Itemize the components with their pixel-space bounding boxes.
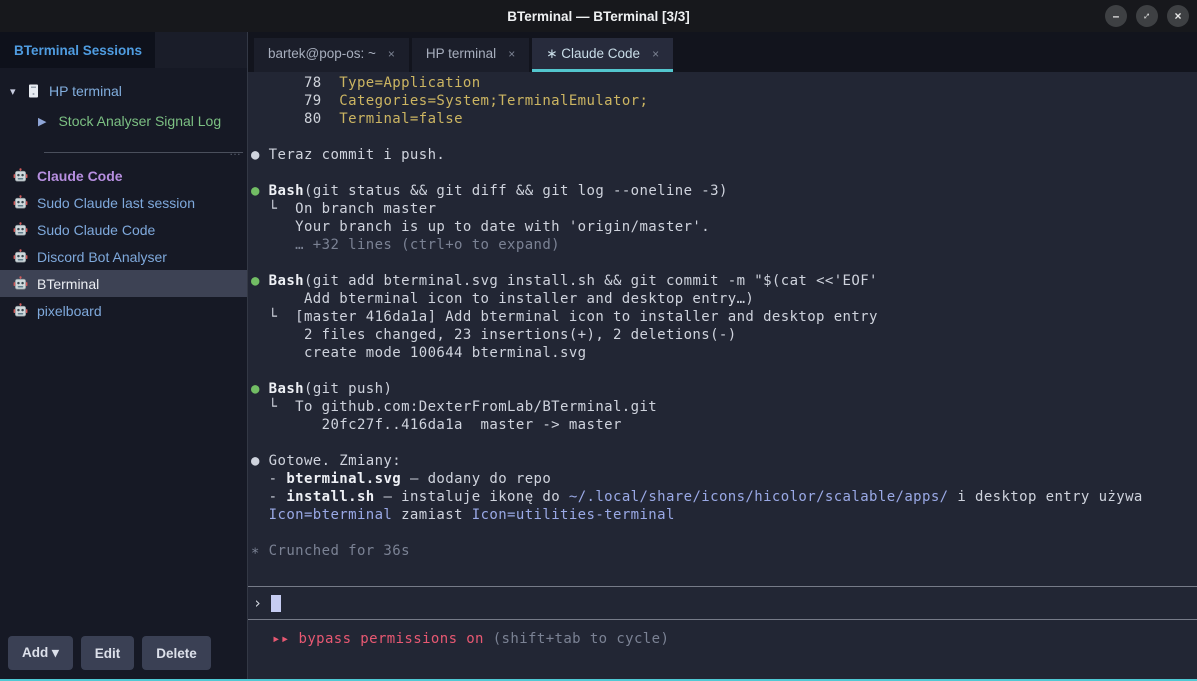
session-item-sudo-claude-code[interactable]: Sudo Claude Code [0,216,247,243]
session-item-claude-code[interactable]: Claude Code [0,162,247,189]
session-item-bterminal[interactable]: BTerminal [0,270,247,297]
caret-down-icon[interactable]: ▾ [10,85,28,98]
sessions-sidebar: BTerminal Sessions ▾ HP terminal [0,32,248,679]
terminal-line: ● Bash(git add bterminal.svg install.sh … [251,272,1197,290]
tab-close-icon[interactable]: × [652,47,659,61]
session-item-label: Claude Code [37,168,123,184]
robot-icon [13,195,28,210]
terminal-line [251,128,1197,146]
tree-item-hp-terminal[interactable]: ▾ HP terminal [0,76,247,106]
terminal-line: ● Gotowe. Zmiany: [251,452,1197,470]
terminal-line [251,254,1197,272]
session-tree: ▾ HP terminal ▶ Stock Analyser Signal Lo… [0,68,247,136]
terminal-line: ● Bash(git status && git diff && git log… [251,182,1197,200]
session-list: Claude Code Sudo Claude last session Sud… [0,162,247,324]
terminal-line [251,524,1197,542]
terminal-line: ● Teraz commit i push. [251,146,1197,164]
tab-claude-code[interactable]: ∗ Claude Code × [532,38,673,72]
tab-close-icon[interactable]: × [388,47,395,61]
sessions-header-tab[interactable]: BTerminal Sessions [0,32,155,68]
divider-line [44,152,243,153]
session-item-discord-bot-analyser[interactable]: Discord Bot Analyser [0,243,247,270]
sidebar-buttons: Add ▾EditDelete [0,636,247,679]
terminal-view[interactable]: 78 Type=Application 79 Categories=System… [248,72,1197,679]
terminal-line [251,164,1197,182]
maximize-window-icon[interactable]: ↕ [1136,5,1158,27]
terminal-line [251,362,1197,380]
prompt-chevron-icon: › [253,594,262,612]
session-item-pixelboard[interactable]: pixelboard [0,297,247,324]
tab-hp-terminal[interactable]: HP terminal × [412,38,529,72]
delete-button[interactable]: Delete [142,636,211,670]
terminal-line: Icon=bterminal zamiast Icon=utilities-te… [251,506,1197,524]
tab-bartek-pop-os[interactable]: bartek@pop-os: ~ × [254,38,409,72]
terminal-line: Add bterminal icon to installer and desk… [251,290,1197,308]
main-area: bartek@pop-os: ~×HP terminal×∗ Claude Co… [248,32,1197,679]
terminal-line: └ On branch master [251,200,1197,218]
tab-close-icon[interactable]: × [508,47,515,61]
tab-label: bartek@pop-os: ~ [268,46,376,61]
minimize-window-icon[interactable]: – [1105,5,1127,27]
play-icon: ▶ [38,115,46,128]
minimize-glyph: – [1113,9,1120,23]
terminal-input-box[interactable]: › [248,586,1197,620]
divider-ellipsis: … [229,144,241,158]
session-item-sudo-claude-last-session[interactable]: Sudo Claude last session [0,189,247,216]
session-item-label: Sudo Claude last session [37,195,195,211]
terminal-line: └ [master 416da1a] Add bterminal icon to… [251,308,1197,326]
tree-item-label: HP terminal [49,83,122,99]
add-button[interactable]: Add ▾ [8,636,73,670]
robot-icon [13,249,28,264]
terminal-line: Your branch is up to date with 'origin/m… [251,218,1197,236]
tab-label: HP terminal [426,46,496,61]
terminal-line: … +32 lines (ctrl+o to expand) [251,236,1197,254]
robot-icon [13,168,28,183]
sidebar-divider: … [0,150,247,156]
robot-icon [13,222,28,237]
terminal-line: - bterminal.svg — dodany do repo [251,470,1197,488]
session-item-label: pixelboard [37,303,102,319]
terminal-line: - install.sh — instaluje ikonę do ~/.loc… [251,488,1197,506]
terminal-line: ● Bash(git push) [251,380,1197,398]
tab-label: ∗ Claude Code [546,46,640,62]
session-item-label: Sudo Claude Code [37,222,155,238]
terminal-line: ∗ Crunched for 36s [251,542,1197,560]
close-window-icon[interactable]: × [1167,5,1189,27]
robot-icon [13,303,28,318]
text-cursor [271,595,281,612]
terminal-line: 20fc27f..416da1a master -> master [251,416,1197,434]
window-title: BTerminal — BTerminal [3/3] [0,9,1197,24]
terminal-line: create mode 100644 bterminal.svg [251,344,1197,362]
cycle-hint-text: (shift+tab to cycle) [493,631,670,647]
close-glyph: × [1174,9,1181,23]
tree-item-label: Stock Analyser Signal Log [58,113,221,129]
sidebar-spacer [0,324,247,636]
robot-icon [13,276,28,291]
terminal-line [251,434,1197,452]
terminal-line: 80 Terminal=false [251,110,1197,128]
sessions-header: BTerminal Sessions [0,32,247,68]
edit-button[interactable]: Edit [81,636,135,670]
sessions-header-label: BTerminal Sessions [14,43,142,58]
terminal-line: 2 files changed, 23 insertions(+), 2 del… [251,326,1197,344]
terminal-output: 78 Type=Application 79 Categories=System… [251,74,1197,560]
session-item-label: Discord Bot Analyser [37,249,167,265]
computer-icon [28,84,39,98]
terminal-line: └ To github.com:DexterFromLab/BTerminal.… [251,398,1197,416]
tree-item-stock-analyser-signal-log[interactable]: ▶ Stock Analyser Signal Log [0,106,247,136]
title-bar[interactable]: BTerminal — BTerminal [3/3] – ↕ × [0,0,1197,32]
maximize-glyph: ↕ [1141,10,1153,22]
terminal-line: 78 Type=Application [251,74,1197,92]
bterminal-window: BTerminal — BTerminal [3/3] – ↕ × BTermina… [0,0,1197,681]
session-item-label: BTerminal [37,276,99,292]
bypass-permissions-text: ▸▸ bypass permissions on [272,631,493,647]
permissions-status-line: ▸▸ bypass permissions on (shift+tab to c… [251,630,1197,648]
tab-bar: bartek@pop-os: ~×HP terminal×∗ Claude Co… [248,32,1197,72]
window-body: BTerminal Sessions ▾ HP terminal [0,32,1197,679]
window-controls: – ↕ × [1105,5,1189,27]
terminal-line: 79 Categories=System;TerminalEmulator; [251,92,1197,110]
